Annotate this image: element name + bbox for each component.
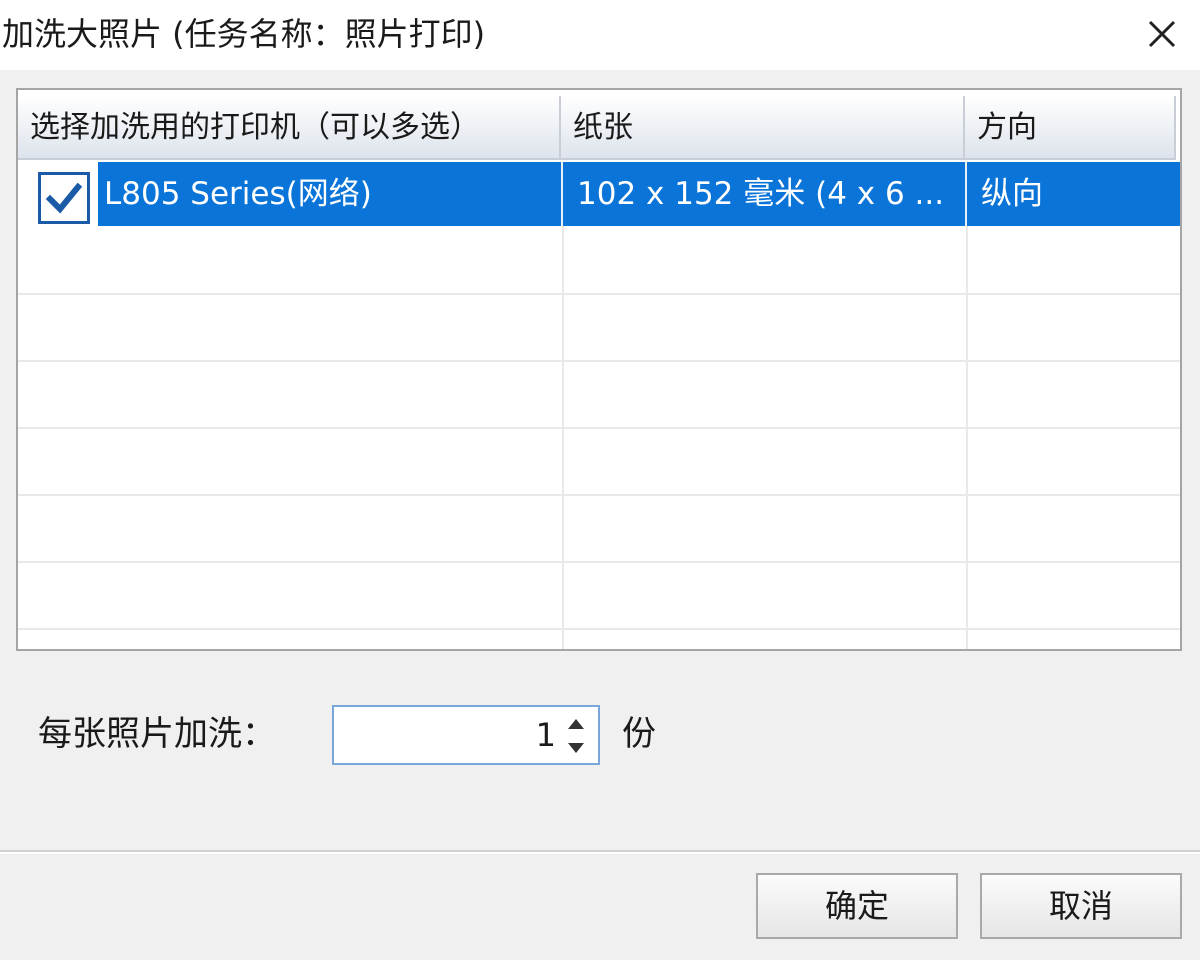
copies-label: 每张照片加洗： [38,714,276,754]
footer-divider-highlight [0,852,1200,854]
close-button[interactable] [1140,12,1184,56]
close-icon [1148,20,1176,48]
copies-input[interactable] [340,711,556,759]
paper-size-cell: 102 x 152 毫米 (4 x 6 ... [563,162,967,226]
copies-stepper[interactable] [332,705,600,765]
column-header-printer[interactable]: 选择加洗用的打印机（可以多选） [18,96,561,160]
orientation-cell: 纵向 [967,162,1180,226]
chevron-down-icon [568,743,584,753]
printer-list[interactable]: 选择加洗用的打印机（可以多选） 纸张 方向 L805 Series(网络) 10… [16,88,1182,651]
ok-button[interactable]: 确定 [756,873,958,939]
title-bar: 加洗大照片 (任务名称：照片打印) [0,0,1200,70]
column-header-paper[interactable]: 纸张 [561,96,965,160]
printer-checkbox[interactable] [38,172,90,224]
cancel-button[interactable]: 取消 [980,873,1182,939]
printer-name-cell: L805 Series(网络) [98,162,563,226]
window-title: 加洗大照片 (任务名称：照片打印) [2,15,486,53]
spin-up-button[interactable] [562,713,590,735]
spin-down-button[interactable] [562,737,590,759]
column-header-orientation[interactable]: 方向 [965,96,1176,160]
chevron-up-icon [568,719,584,729]
checkmark-icon [45,182,83,214]
copies-unit-label: 份 [622,714,656,754]
table-row[interactable]: L805 Series(网络) 102 x 152 毫米 (4 x 6 ... … [18,162,1180,226]
